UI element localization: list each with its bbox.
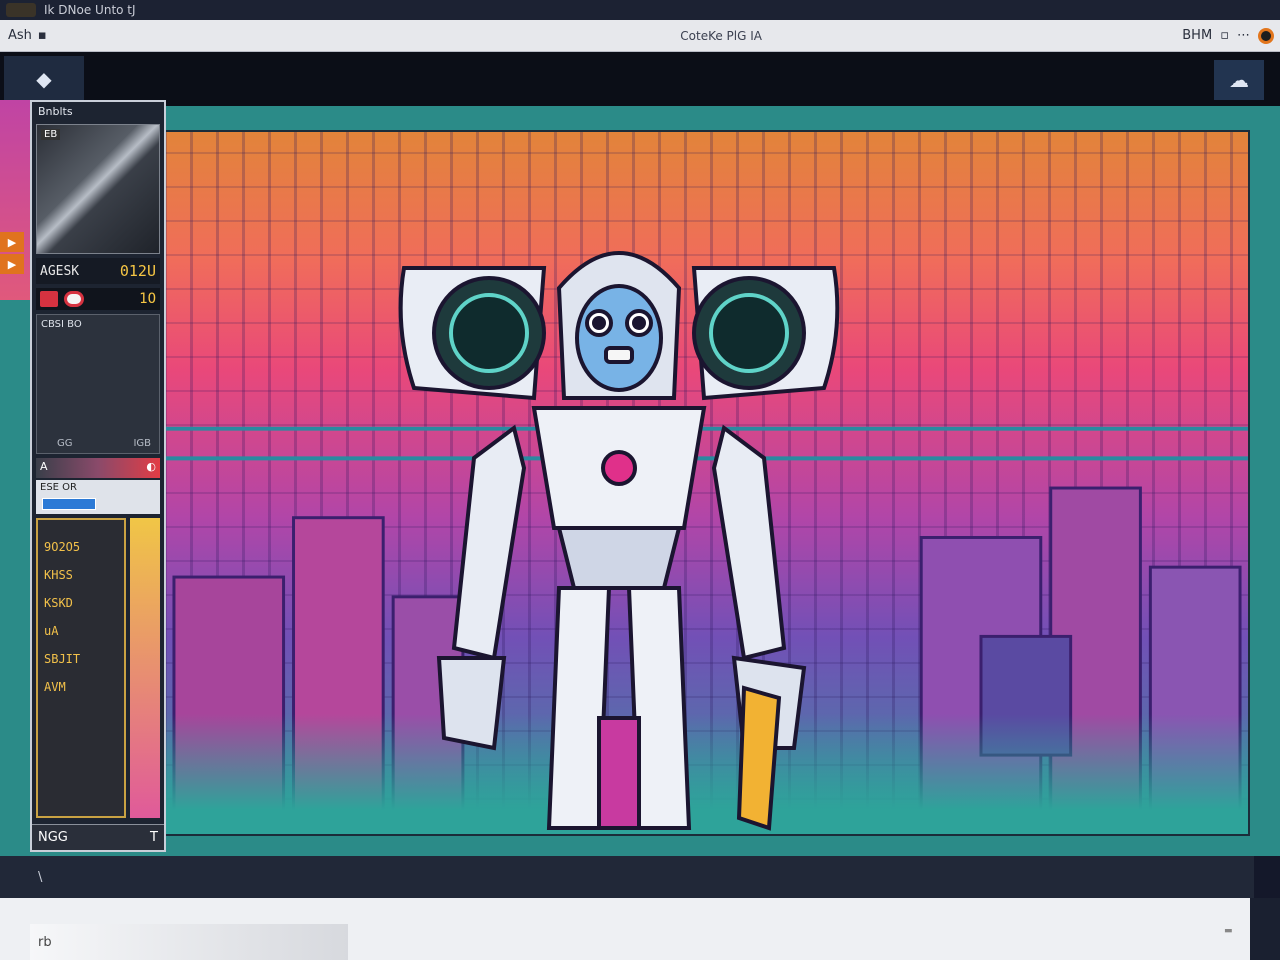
- image-canvas[interactable]: [162, 130, 1250, 836]
- list-foot-left: GG: [57, 438, 73, 449]
- menu-right-group: BHM ▫ ⋯: [1182, 27, 1280, 44]
- panel-footer-right[interactable]: T: [150, 830, 158, 845]
- window-title: Ik DNoe Unto tJ: [44, 3, 136, 17]
- readout-label: AGESK: [40, 263, 80, 279]
- edge-button-bottom[interactable]: ▶: [0, 254, 24, 274]
- color-slider-label: A: [40, 460, 48, 473]
- cloud-tool-button[interactable]: ☁: [1214, 60, 1264, 100]
- list-foot-right: IGB: [133, 438, 151, 449]
- option-chip[interactable]: [42, 498, 96, 510]
- option-field[interactable]: ESE OR: [36, 480, 160, 514]
- panel-header: Bnblts: [38, 105, 73, 118]
- document-title: CoteKe PlG IA: [680, 28, 762, 43]
- robot-figure-artwork: [398, 251, 840, 831]
- edge-button-top[interactable]: ▶: [0, 232, 24, 252]
- option-field-label: ESE OR: [40, 482, 77, 493]
- pointer-tool-button[interactable]: ◆: [4, 56, 84, 102]
- layer-item[interactable]: KSKD: [44, 596, 118, 610]
- preview-thumbnail[interactable]: EB: [36, 124, 160, 254]
- app-icon: [6, 3, 36, 17]
- layer-item[interactable]: uA: [44, 624, 118, 638]
- status-row: 1O: [36, 288, 160, 310]
- color-slider[interactable]: A ◐: [36, 458, 160, 478]
- diamond-pointer-icon: ◆: [36, 67, 52, 91]
- bottom-input[interactable]: [30, 924, 348, 960]
- more-icon[interactable]: ⋯: [1237, 28, 1250, 43]
- layer-item[interactable]: 9O2O5: [44, 540, 118, 554]
- workspace: [0, 106, 1280, 856]
- info-list-box[interactable]: CBSI BO GG IGB: [36, 314, 160, 454]
- readout-value: 012U: [119, 262, 156, 280]
- record-indicator-icon[interactable]: [1258, 27, 1274, 44]
- layer-item[interactable]: KHSS: [44, 568, 118, 582]
- menu-label-right[interactable]: BHM: [1182, 28, 1212, 43]
- color-swatch-icon[interactable]: ◐: [146, 460, 156, 476]
- window-restore-icon[interactable]: ▫: [1220, 28, 1229, 43]
- status-text: \: [38, 869, 43, 885]
- properties-panel: Bnblts EB AGESK 012U 1O CBSI BO GG IGB A…: [30, 100, 166, 852]
- status-bar: \: [0, 856, 1254, 898]
- toolbar: ◆ ☁: [0, 52, 1280, 106]
- panel-footer: NGG T: [32, 824, 164, 850]
- bottom-right-strip: [1250, 898, 1280, 960]
- readout-field: AGESK 012U: [36, 258, 160, 284]
- menu-left-group: Ash ▪: [0, 28, 260, 43]
- panel-footer-left[interactable]: NGG: [38, 830, 68, 845]
- eye-icon[interactable]: [64, 291, 84, 307]
- menu-label-left[interactable]: Ash: [8, 28, 32, 43]
- record-icon[interactable]: [40, 291, 58, 307]
- list-title: CBSI BO: [41, 319, 82, 330]
- window-icon[interactable]: ▪: [38, 28, 47, 43]
- layer-item[interactable]: AVM: [44, 680, 118, 694]
- layers-scrollbar[interactable]: [130, 518, 160, 818]
- left-edge-strip: ▶ ▶: [0, 100, 30, 300]
- resize-handle-icon[interactable]: ▬: [1224, 926, 1238, 936]
- window-title-bar: Ik DNoe Unto tJ: [0, 0, 1280, 20]
- status-value: 1O: [139, 291, 156, 307]
- preview-badge: EB: [41, 129, 61, 140]
- list-footer: GG IGB: [57, 438, 151, 449]
- menu-bar: Ash ▪ CoteKe PlG IA BHM ▫ ⋯: [0, 20, 1280, 52]
- cloud-icon: ☁: [1229, 68, 1249, 92]
- layers-panel: 9O2O5 KHSS KSKD uA SBJIT AVM: [36, 518, 160, 818]
- layers-list: 9O2O5 KHSS KSKD uA SBJIT AVM: [36, 518, 126, 818]
- layer-item[interactable]: SBJIT: [44, 652, 118, 666]
